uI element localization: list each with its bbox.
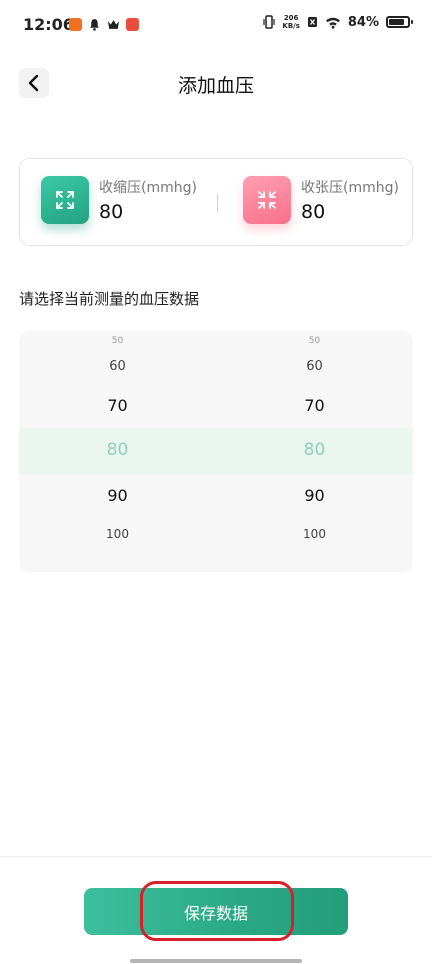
systolic-label: 收缩压(mmhg) [99, 180, 197, 196]
page-title: 添加血压 [177, 75, 254, 97]
picker-option[interactable]: 90 [216, 486, 413, 505]
picker-option[interactable]: 50 [19, 336, 216, 346]
crown-icon [108, 20, 119, 29]
vibrate-icon [263, 15, 275, 29]
battery-icon [386, 16, 413, 28]
collapse-icon [243, 176, 291, 224]
systolic-picker-column[interactable]: 50 60 70 80 90 100 [19, 331, 216, 572]
app-badge-icon [126, 18, 139, 31]
save-button-label: 保存数据 [183, 903, 248, 923]
picker-option[interactable]: 70 [19, 396, 216, 415]
pressure-picker[interactable]: 50 60 70 80 90 100 50 60 70 80 90 100 [19, 331, 413, 572]
save-button[interactable]: 保存数据 [84, 888, 348, 935]
picker-option-selected[interactable]: 80 [19, 440, 216, 460]
systolic-item: 收缩压(mmhg) 80 [41, 175, 197, 225]
notification-icons [69, 18, 139, 31]
pressure-summary-card: 收缩压(mmhg) 80 收张压(mmhg) 80 [19, 158, 413, 246]
network-speed: 206 KB/s [282, 14, 300, 30]
picker-option[interactable]: 100 [19, 527, 216, 541]
app-notification-icon [69, 18, 82, 31]
picker-option[interactable]: 60 [216, 359, 413, 374]
picker-option[interactable]: 100 [216, 527, 413, 541]
divider [217, 194, 218, 212]
systolic-value: 80 [99, 201, 124, 223]
bell-icon [90, 19, 99, 31]
picker-option[interactable]: 90 [19, 486, 216, 505]
diastolic-item: 收张压(mmhg) 80 [243, 175, 399, 225]
status-bar: 12:06 206 KB/s 84% [0, 0, 432, 50]
status-right: 206 KB/s 84% [263, 14, 413, 30]
sim-off-icon [307, 17, 317, 27]
picker-option[interactable]: 70 [216, 396, 413, 415]
home-indicator[interactable] [130, 959, 302, 963]
picker-option[interactable]: 60 [19, 359, 216, 374]
diastolic-label: 收张压(mmhg) [301, 180, 399, 196]
battery-percent: 84% [347, 14, 379, 30]
status-time: 12:06 [23, 15, 74, 34]
picker-option[interactable]: 50 [216, 336, 413, 346]
footer-divider [0, 856, 432, 857]
section-label: 请选择当前测量的血压数据 [19, 290, 200, 308]
wifi-icon [325, 17, 340, 29]
diastolic-picker-column[interactable]: 50 60 70 80 90 100 [216, 331, 413, 572]
picker-option-selected[interactable]: 80 [216, 440, 413, 460]
expand-icon [41, 176, 89, 224]
diastolic-value: 80 [301, 201, 326, 223]
